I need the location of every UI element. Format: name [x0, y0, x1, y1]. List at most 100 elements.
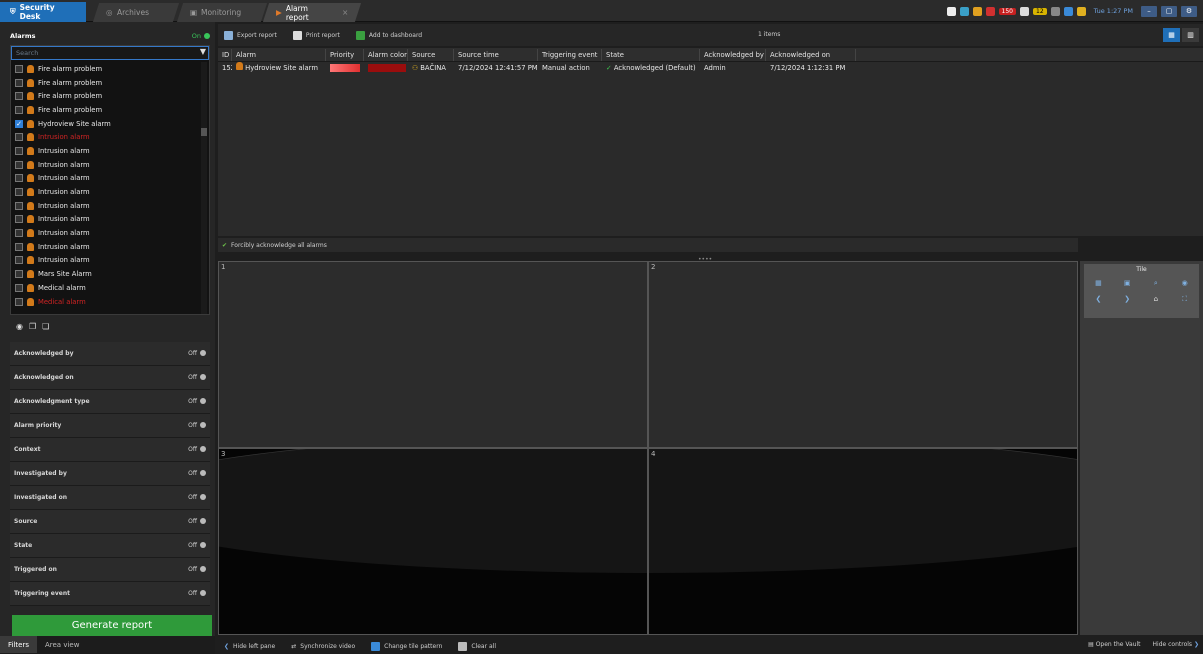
- alarm-list-item[interactable]: Fire alarm problem: [11, 103, 199, 117]
- tab-alarm-report[interactable]: ▶ Alarm report ×: [262, 3, 362, 22]
- globe-icon[interactable]: [1063, 6, 1073, 16]
- open-vault-button[interactable]: ▤ Open the Vault: [1088, 641, 1140, 648]
- alarm-list-item[interactable]: Intrusion alarm: [11, 213, 199, 227]
- filter-toggle[interactable]: Off: [188, 518, 206, 525]
- deselect-icon[interactable]: ❏: [42, 322, 49, 331]
- gear-icon[interactable]: [946, 6, 956, 16]
- speaker-icon[interactable]: [972, 6, 982, 16]
- alarm-list-item[interactable]: Medical alarm: [11, 295, 199, 309]
- alarm-checkbox[interactable]: [15, 256, 23, 265]
- alarm-list-item[interactable]: Medical alarm: [11, 281, 199, 295]
- alarm-checkbox[interactable]: [15, 78, 23, 87]
- add-to-dashboard-button[interactable]: Add to dashboard: [355, 30, 422, 40]
- filter-toggle[interactable]: Off: [188, 398, 206, 405]
- filter-row[interactable]: Acknowledged by Off: [10, 342, 210, 366]
- filter-row[interactable]: Acknowledged on Off: [10, 365, 210, 390]
- restore-button[interactable]: ▢: [1161, 5, 1177, 17]
- alarm-checkbox[interactable]: [15, 105, 23, 114]
- filter-row[interactable]: Acknowledgment type Off: [10, 389, 210, 414]
- change-tile-pattern-button[interactable]: Change tile pattern: [371, 641, 442, 651]
- tile-snapshot-icon[interactable]: ▣: [1119, 279, 1135, 289]
- alarm-checkbox[interactable]: [15, 174, 23, 183]
- tab-filters[interactable]: Filters: [0, 636, 37, 653]
- minimize-button[interactable]: –: [1141, 5, 1157, 17]
- column-header[interactable]: Priority: [326, 48, 364, 61]
- alarm-list-item[interactable]: Intrusion alarm: [11, 172, 199, 186]
- alarm-checkbox[interactable]: [15, 160, 23, 169]
- alarm-list-item[interactable]: Fire alarm problem: [11, 89, 199, 103]
- alarm-count-badge[interactable]: 150: [998, 7, 1016, 15]
- filter-toggle[interactable]: Off: [188, 350, 206, 357]
- tile-record-icon[interactable]: ◉: [1177, 279, 1193, 289]
- list-icon[interactable]: [1020, 6, 1029, 16]
- chart-view-icon[interactable]: ▥: [1182, 28, 1199, 42]
- column-header[interactable]: Source: [408, 48, 454, 61]
- tile-layout-icon[interactable]: ▦: [1090, 279, 1106, 289]
- column-header[interactable]: Triggering event: [538, 48, 602, 61]
- hide-controls-button[interactable]: Hide controls ❯: [1153, 641, 1199, 648]
- alarms-toggle[interactable]: On: [192, 32, 210, 40]
- column-header[interactable]: ID: [218, 48, 232, 61]
- alarm-list-item[interactable]: Intrusion alarm: [11, 185, 199, 199]
- fullscreen-icon[interactable]: ⛶: [1177, 295, 1193, 305]
- alarm-checkbox[interactable]: [15, 229, 23, 238]
- alarm-list-scrollbar[interactable]: [201, 62, 207, 314]
- column-header[interactable]: Acknowledged on: [766, 48, 856, 61]
- filter-toggle[interactable]: Off: [188, 470, 206, 477]
- print-report-button[interactable]: Print report: [292, 30, 340, 40]
- tile-4[interactable]: 4: [648, 448, 1078, 635]
- filter-toggle[interactable]: Off: [188, 446, 206, 453]
- home-icon[interactable]: ⌂: [1148, 295, 1164, 305]
- alarm-list-item[interactable]: Intrusion alarm: [11, 130, 199, 144]
- clear-all-button[interactable]: Clear all: [458, 641, 496, 651]
- alarm-list-item[interactable]: Mars Site Alarm: [11, 267, 199, 281]
- alarm-list-item[interactable]: Intrusion alarm: [11, 144, 199, 158]
- filter-toggle[interactable]: Off: [188, 422, 206, 429]
- previous-icon[interactable]: ❮: [1090, 295, 1106, 305]
- synchronize-video-button[interactable]: ⇄ Synchronize video: [291, 643, 355, 650]
- alarm-checkbox[interactable]: [15, 133, 23, 142]
- tab-area-view[interactable]: Area view: [37, 636, 87, 653]
- select-all-icon[interactable]: ❐: [29, 322, 36, 331]
- settings-button[interactable]: ⚙: [1181, 5, 1197, 17]
- filter-row[interactable]: Triggered on Off: [10, 557, 210, 582]
- search-input[interactable]: Search: [11, 46, 209, 60]
- tab-security-desk[interactable]: ⛨ Security Desk: [0, 2, 86, 22]
- network-icon[interactable]: [959, 6, 969, 16]
- tile-1[interactable]: 1: [218, 261, 648, 448]
- tile-2[interactable]: 2: [648, 261, 1078, 448]
- alarm-checkbox[interactable]: [15, 92, 23, 101]
- grid-view-icon[interactable]: ▦: [1163, 28, 1180, 42]
- filter-row[interactable]: Triggering event Off: [10, 581, 210, 606]
- filter-toggle[interactable]: Off: [188, 374, 206, 381]
- hide-left-pane-button[interactable]: ❮ Hide left pane: [224, 643, 275, 650]
- tab-monitoring[interactable]: ▣ Monitoring: [176, 3, 268, 22]
- alarm-checkbox[interactable]: [15, 215, 23, 224]
- alarm-checkbox[interactable]: [15, 201, 23, 210]
- column-header[interactable]: Alarm color: [364, 48, 408, 61]
- filter-row[interactable]: Investigated by Off: [10, 461, 210, 486]
- filter-toggle[interactable]: Off: [188, 494, 206, 501]
- generate-report-button[interactable]: Generate report: [12, 615, 212, 636]
- alarm-bell-icon[interactable]: [985, 6, 995, 16]
- alarm-checkbox[interactable]: [15, 188, 23, 197]
- filter-row[interactable]: Investigated on Off: [10, 485, 210, 510]
- tile-3[interactable]: 3: [218, 448, 648, 635]
- alarm-list-item[interactable]: Fire alarm problem: [11, 62, 199, 76]
- notification-badge[interactable]: 12: [1033, 7, 1047, 15]
- next-icon[interactable]: ❯: [1119, 295, 1135, 305]
- alarm-checkbox[interactable]: [15, 64, 23, 73]
- tab-archives[interactable]: ◎ Archives: [92, 3, 180, 22]
- filter-toggle[interactable]: Off: [188, 542, 206, 549]
- column-header[interactable]: Source time: [454, 48, 538, 61]
- filter-toggle[interactable]: Off: [188, 566, 206, 573]
- alarm-list-item[interactable]: Fire alarm problem: [11, 76, 199, 90]
- export-report-button[interactable]: Export report: [224, 30, 277, 40]
- alarm-checkbox[interactable]: [15, 270, 23, 279]
- alarm-list-item[interactable]: Intrusion alarm: [11, 158, 199, 172]
- alarm-checkbox[interactable]: [15, 297, 23, 306]
- column-header[interactable]: Alarm: [232, 48, 326, 61]
- eye-icon[interactable]: ◉: [16, 322, 23, 331]
- alarm-list-item[interactable]: Intrusion alarm: [11, 226, 199, 240]
- filter-row[interactable]: Alarm priority Off: [10, 413, 210, 438]
